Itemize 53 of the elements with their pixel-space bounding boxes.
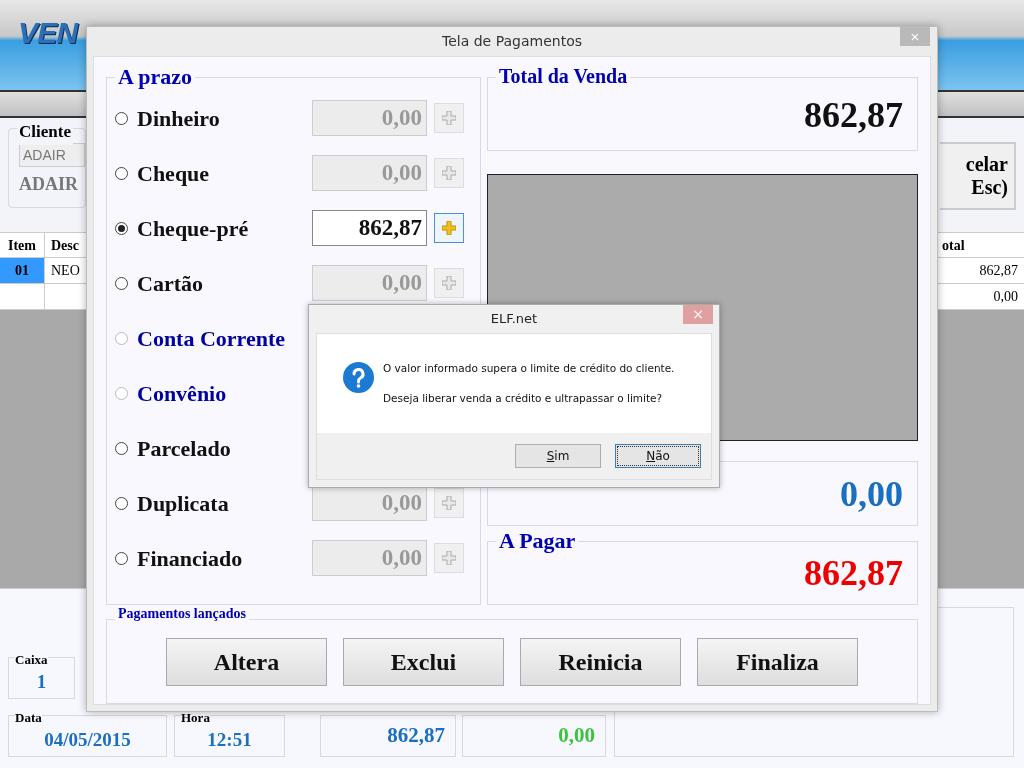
dialog-message: O valor informado supera o limite de crédito do cliente. [383,360,675,376]
change-value: 0,00 [558,722,595,750]
table-cell: NEO [51,263,80,278]
payment-option-label: Dinheiro [137,104,221,133]
question-icon [343,362,374,393]
plus-icon [442,276,456,290]
action-button[interactable]: Altera [166,637,327,686]
add-button[interactable] [434,213,464,243]
radio-button[interactable] [115,441,128,455]
table-cell-text: 862,87 [978,262,1019,280]
dialog-button[interactable]: Não [615,444,701,468]
info-value: 1 [36,670,47,694]
client-name: ADAIR [19,173,78,196]
info-value: 04/05/2015 [44,728,131,752]
to-pay-value: 862,87 [804,552,903,595]
group-title: Pagamentos lançados [115,606,249,622]
paid-value: 862,87 [387,722,445,750]
payment-option-label: Cheque-pré [137,214,250,243]
radio-button[interactable] [115,496,128,510]
total-value: 862,87 [804,94,903,137]
payment-option-label: Duplicata [137,489,230,518]
info-value: 12:51 [207,728,252,752]
plus-icon [442,166,456,180]
column-header: otal [941,237,966,255]
payment-option-label: Conta Corrente [137,324,287,353]
dialog-message: Deseja liberar venda a crédito e ultrapassar o limite? [383,390,664,406]
payment-option-label: Parcelado [137,434,232,463]
column-header: Item [0,233,45,257]
plus-icon [442,111,456,125]
plus-icon [442,551,456,565]
plus-icon [442,496,456,510]
cancel-button[interactable]: celar Esc) [940,142,1016,210]
payment-option-label: Convênio [137,379,228,408]
client-field: ADAIR [19,143,85,167]
plus-icon [442,221,456,235]
paid-value: 0,00 [840,472,903,516]
dialog-title: ELF.net [490,310,538,329]
radio-button[interactable] [115,276,128,290]
window-title: Tela de Pagamentos [442,32,582,51]
dialog-button[interactable]: Sim [515,444,601,468]
action-button[interactable]: Exclui [343,637,504,686]
amount-field[interactable]: 862,87 [312,210,427,246]
radio-button[interactable] [115,166,128,180]
payment-option-label: Cartão [137,269,204,298]
action-button[interactable]: Finaliza [697,637,858,686]
table-cell-text: 0,00 [992,288,1019,306]
radio-button[interactable] [115,551,128,565]
table-cell: 01 [15,263,29,278]
action-button[interactable]: Reinicia [520,637,681,686]
radio-button[interactable] [115,111,128,125]
payment-option-label: Financiado [137,544,244,573]
payment-option-label: Cheque [137,159,211,188]
radio-button[interactable] [115,221,128,235]
